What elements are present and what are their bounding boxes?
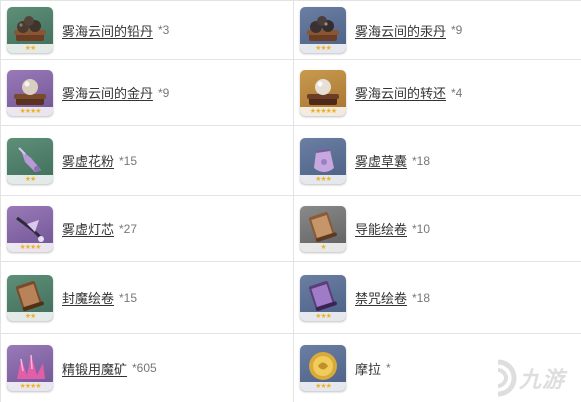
- mora-coin-icon: ★★★: [300, 345, 346, 391]
- jiuyou-logo-icon: [497, 359, 517, 397]
- material-name-link[interactable]: 雾海云间的铅丹: [62, 21, 153, 40]
- material-cell: ★★★ 雾虚草囊 *18: [294, 126, 581, 196]
- conductive-scroll-icon: ★: [300, 205, 346, 252]
- watermark-text: 九游: [519, 367, 566, 392]
- material-count: *9: [451, 23, 463, 37]
- mercury-pellets-icon: ★★★: [300, 7, 346, 53]
- material-name-link[interactable]: 雾虚草囊: [355, 151, 407, 170]
- material-name-link[interactable]: 摩拉: [355, 359, 381, 378]
- material-name-link[interactable]: 雾海云间的金丹: [62, 83, 153, 102]
- material-cell: ★★★★ 精锻用魔矿 *605: [1, 334, 294, 402]
- material-cell: ★★★ 雾海云间的汞丹 *9: [294, 1, 581, 60]
- material-name-link[interactable]: 禁咒绘卷: [355, 288, 407, 307]
- material-count: *15: [119, 153, 138, 168]
- material-name-link[interactable]: 雾虚灯芯: [62, 219, 114, 238]
- material-cell: ★★★★ 雾虚灯芯 *27: [1, 196, 294, 262]
- material-name-link[interactable]: 雾海云间的转还: [355, 83, 446, 102]
- material-cell: ★★ 封魔绘卷 *15: [1, 262, 294, 334]
- material-count: *4: [451, 85, 463, 100]
- material-name-link[interactable]: 雾海云间的汞丹: [355, 21, 446, 40]
- material-count: *15: [119, 290, 138, 305]
- mist-grass-pouch-icon: ★★★: [300, 137, 346, 184]
- mist-lamp-wick-icon: ★★★★: [7, 205, 53, 252]
- material-cell: ★ 导能绘卷 *10: [294, 196, 581, 262]
- material-count: *: [386, 361, 391, 375]
- material-cell: ★★★★ 雾海云间的金丹 *9: [1, 60, 294, 126]
- golden-pellet-icon: ★★★★: [7, 69, 53, 116]
- material-name-link[interactable]: 封魔绘卷: [62, 288, 114, 307]
- material-count: *605: [132, 361, 157, 375]
- material-name-link[interactable]: 导能绘卷: [355, 219, 407, 238]
- material-cell: ★★★ 禁咒绘卷 *18: [294, 262, 581, 334]
- material-count: *9: [158, 85, 170, 100]
- material-cell: ★★ 雾海云间的铅丹 *3: [1, 1, 294, 60]
- watermark: 九游: [479, 356, 577, 400]
- material-count: *3: [158, 23, 170, 37]
- material-name-link[interactable]: 精锻用魔矿: [62, 359, 127, 378]
- sealing-scroll-icon: ★★: [7, 274, 53, 321]
- material-count: *10: [412, 221, 431, 236]
- forbidden-curse-scroll-icon: ★★★: [300, 274, 346, 321]
- golden-pellet-rebirth-icon: ★★★★★: [300, 69, 346, 116]
- material-cell: ★★ 雾虚花粉 *15: [1, 126, 294, 196]
- material-cell: ★★★★★ 雾海云间的转还 *4: [294, 60, 581, 126]
- material-count: *18: [412, 153, 431, 168]
- material-grid: ★★ 雾海云间的铅丹 *3 ★★★ 雾海云间的汞丹 *9 ★★★★ 雾海云间的金…: [0, 0, 581, 402]
- material-count: *27: [119, 221, 138, 236]
- material-name-link[interactable]: 雾虚花粉: [62, 151, 114, 170]
- lead-pellets-icon: ★★: [7, 7, 53, 53]
- material-count: *18: [412, 290, 431, 305]
- mystic-enhancement-ore-icon: ★★★★: [7, 345, 53, 391]
- mist-pollen-icon: ★★: [7, 137, 53, 184]
